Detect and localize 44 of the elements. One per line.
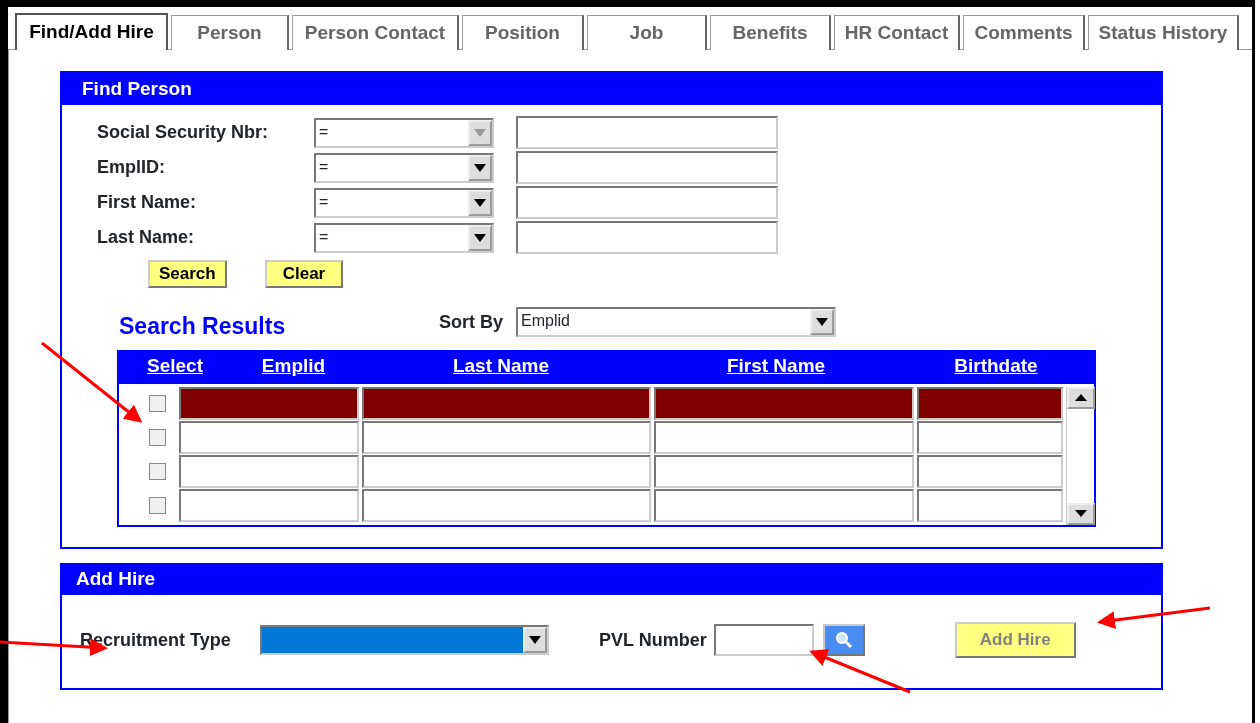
column-header-link[interactable]: Birthdate [954,355,1038,377]
tab[interactable]: Status History [1088,15,1239,50]
column-header-link[interactable]: Last Name [452,355,550,377]
sort-by-label: Sort By [439,310,504,334]
checkbox[interactable] [149,497,166,514]
field-label: Last Name: [97,226,196,249]
text-field[interactable] [516,116,778,149]
scroll-down-icon[interactable] [1067,502,1095,525]
field-label: First Name: [97,191,198,214]
text-field[interactable] [516,186,778,219]
column-header-link[interactable]: First Name [726,355,826,377]
text-field[interactable] [516,221,778,254]
search-icon-button[interactable] [822,624,865,656]
text-field[interactable] [516,151,778,184]
search-button[interactable]: Search [148,260,227,288]
operator-dropdown[interactable]: = [314,187,494,218]
checkbox[interactable] [149,395,166,412]
operator-dropdown[interactable]: = [314,222,494,253]
tab[interactable]: Benefits [710,15,831,50]
tab[interactable]: HR Contact [834,15,960,50]
recruitment-type-label: Recruitment Type [80,628,232,652]
tab[interactable]: Position [462,15,584,50]
operator-dropdown[interactable]: = [314,152,494,183]
tab[interactable]: Person Contact [292,15,459,50]
tab[interactable]: Find/Add Hire [15,13,168,50]
scrollbar[interactable] [1066,386,1094,525]
column-header-link[interactable]: Emplid [261,355,326,377]
pvl-number-label: PVL Number [599,628,707,652]
clear-button[interactable]: Clear [264,260,344,288]
search-icon [833,630,854,650]
section-title: Search Results [119,312,287,341]
panel-header: Add Hire [62,563,1161,595]
tab[interactable]: Person [171,15,289,50]
sort-by-dropdown[interactable]: Emplid [516,307,836,338]
scroll-up-icon[interactable] [1067,386,1095,409]
field-label: Social Security Nbr: [97,121,270,144]
checkbox[interactable] [149,429,166,446]
field-label: EmplID: [97,156,166,179]
panel-header: Find Person [62,71,1161,105]
column-header-link[interactable]: Select [147,355,203,377]
pvl-number-field[interactable] [713,624,814,656]
tab[interactable]: Comments [963,15,1085,50]
tab[interactable]: Job [587,15,707,50]
checkbox[interactable] [149,463,166,480]
